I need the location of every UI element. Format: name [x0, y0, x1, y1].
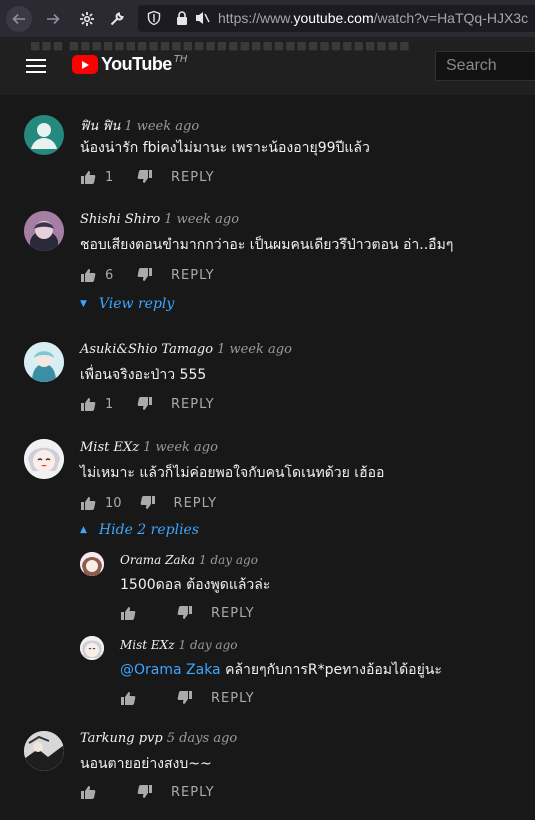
reply-time[interactable]: 1 day ago: [199, 553, 258, 567]
comment-author[interactable]: ฟิน ฟิน: [80, 119, 120, 134]
thumbs-up-icon[interactable]: [80, 495, 96, 511]
comment-thread: Shishi Shiro 1 week ago ชอบเสียงตอนขำมากก…: [0, 195, 535, 325]
hamburger-menu-icon[interactable]: [26, 59, 46, 75]
reply-button[interactable]: REPLY: [171, 170, 215, 185]
reply-text: 1500ดอล ต้องพูดแล้วล่ะ: [120, 577, 271, 593]
thumbs-down-icon[interactable]: [137, 784, 153, 800]
back-arrow-icon[interactable]: [6, 6, 32, 32]
comment-author[interactable]: Shishi Shiro: [80, 212, 160, 227]
address-bar[interactable]: https://www.youtube.com/watch?v=HaTQq-HJ…: [138, 5, 535, 32]
obscured-title-text: ■■■ ■■■■■■■■■■■■■■■■■■■■■■■■■■■■■■: [30, 39, 411, 52]
reply-button[interactable]: REPLY: [171, 785, 215, 800]
comment-actions: 10 REPLY: [80, 493, 217, 513]
thumbs-up-icon[interactable]: [80, 169, 96, 185]
wrench-icon[interactable]: [104, 6, 130, 32]
thumbs-up-icon[interactable]: [120, 605, 136, 621]
hide-replies-toggle[interactable]: ▲ Hide 2 replies: [80, 522, 199, 538]
comment-author[interactable]: Mist EXz: [80, 440, 139, 455]
gear-icon[interactable]: [74, 6, 100, 32]
reply-actions: REPLY: [120, 603, 255, 623]
reply-button[interactable]: REPLY: [171, 268, 215, 283]
youtube-header: ■■■ ■■■■■■■■■■■■■■■■■■■■■■■■■■■■■■ YouTu…: [0, 37, 535, 95]
comment-text: ชอบเสียงตอนขำมากกว่าอะ เป็นผมคนเดียวรึป่…: [80, 237, 454, 253]
mention-link[interactable]: @Orama Zaka: [120, 662, 221, 678]
caret-down-icon: ▼: [80, 299, 87, 309]
comment-text: เพื่อนจริงอะป่าว 555: [80, 367, 207, 383]
thumbs-down-icon[interactable]: [177, 605, 193, 621]
thumbs-down-icon[interactable]: [137, 396, 153, 412]
avatar[interactable]: [24, 439, 64, 479]
avatar[interactable]: [24, 115, 64, 155]
comment-author[interactable]: Asuki&Shio Tamago: [80, 342, 213, 357]
forward-arrow-icon[interactable]: [40, 6, 66, 32]
logo-country-code: TH: [173, 54, 188, 65]
lock-icon[interactable]: [174, 10, 190, 26]
like-count: 1: [105, 396, 114, 412]
comment-time[interactable]: 1 week ago: [124, 119, 199, 134]
play-logo-icon: [72, 55, 98, 74]
comment-author[interactable]: Tarkung pvp: [80, 731, 163, 746]
reply-author[interactable]: Orama Zaka: [120, 553, 195, 567]
avatar[interactable]: [24, 342, 64, 382]
caret-up-icon: ▲: [80, 525, 87, 535]
comment-thread: Asuki&Shio Tamago 1 week ago เพื่อนจริงอะ…: [0, 325, 535, 425]
comment-thread: Tarkung pvp 5 days ago นอนตายอย่างสงบ~~ R…: [0, 715, 535, 820]
shield-icon[interactable]: [146, 10, 162, 26]
thumbs-down-icon[interactable]: [177, 690, 193, 706]
like-count: 10: [105, 495, 122, 511]
like-count: 1: [105, 169, 114, 185]
view-replies-toggle[interactable]: ▼ View reply: [80, 296, 174, 312]
url-text[interactable]: https://www.youtube.com/watch?v=HaTQq-HJ…: [218, 10, 528, 26]
thumbs-down-icon[interactable]: [137, 267, 153, 283]
thumbs-down-icon[interactable]: [140, 495, 156, 511]
browser-toolbar: https://www.youtube.com/watch?v=HaTQq-HJ…: [0, 0, 535, 37]
avatar[interactable]: [24, 731, 64, 771]
avatar[interactable]: [24, 211, 64, 251]
thumbs-up-icon[interactable]: [80, 396, 96, 412]
comment-actions: 1 REPLY: [80, 167, 215, 187]
like-count: 6: [105, 267, 114, 283]
reply-author[interactable]: Mist EXz: [120, 638, 175, 652]
reply-thread: Mist EXz 1 day ago @Orama Zaka คล้ายๆกับก…: [0, 629, 535, 715]
comment-text: ไม่เหมาะ แล้วก็ไม่ค่อยพอใจกับคนโดเนทด้วย…: [80, 465, 385, 481]
thumbs-up-icon[interactable]: [80, 784, 96, 800]
thumbs-up-icon[interactable]: [120, 690, 136, 706]
comment-actions: 6 REPLY: [80, 265, 215, 285]
thumbs-down-icon[interactable]: [137, 169, 153, 185]
comment-thread: Mist EXz 1 week ago ไม่เหมาะ แล้วก็ไม่ค่อ…: [0, 425, 535, 545]
youtube-logo[interactable]: YouTube TH: [72, 54, 187, 75]
comment-time[interactable]: 1 week ago: [217, 342, 292, 357]
comment-text: นอนตายอย่างสงบ~~: [80, 756, 212, 772]
reply-button[interactable]: REPLY: [174, 496, 218, 511]
avatar[interactable]: [80, 552, 104, 576]
comment-time[interactable]: 1 week ago: [143, 440, 218, 455]
autoplay-blocked-icon[interactable]: [194, 10, 210, 26]
comment-thread: ฟิน ฟิน 1 week ago น้องน่ารัก fbiคงไม่มาน…: [0, 95, 535, 195]
comment-time[interactable]: 5 days ago: [167, 731, 238, 746]
reply-button[interactable]: REPLY: [211, 691, 255, 706]
search-input[interactable]: Search: [435, 51, 535, 81]
comment-time[interactable]: 1 week ago: [164, 212, 239, 227]
reply-text: @Orama Zaka คล้ายๆกับการR*peทางอ้อมได้อย…: [120, 662, 442, 678]
reply-button[interactable]: REPLY: [171, 397, 215, 412]
comment-actions: REPLY: [80, 782, 215, 802]
avatar[interactable]: [80, 636, 104, 660]
comment-actions: 1 REPLY: [80, 394, 215, 414]
reply-time[interactable]: 1 day ago: [179, 638, 238, 652]
comment-text: น้องน่ารัก fbiคงไม่มานะ เพราะน้องอายุ99ป…: [80, 140, 370, 156]
reply-actions: REPLY: [120, 688, 255, 708]
thumbs-up-icon[interactable]: [80, 267, 96, 283]
reply-button[interactable]: REPLY: [211, 606, 255, 621]
reply-thread: Orama Zaka 1 day ago 1500ดอล ต้องพูดแล้วล…: [0, 545, 535, 629]
logo-text: YouTube: [101, 54, 172, 74]
